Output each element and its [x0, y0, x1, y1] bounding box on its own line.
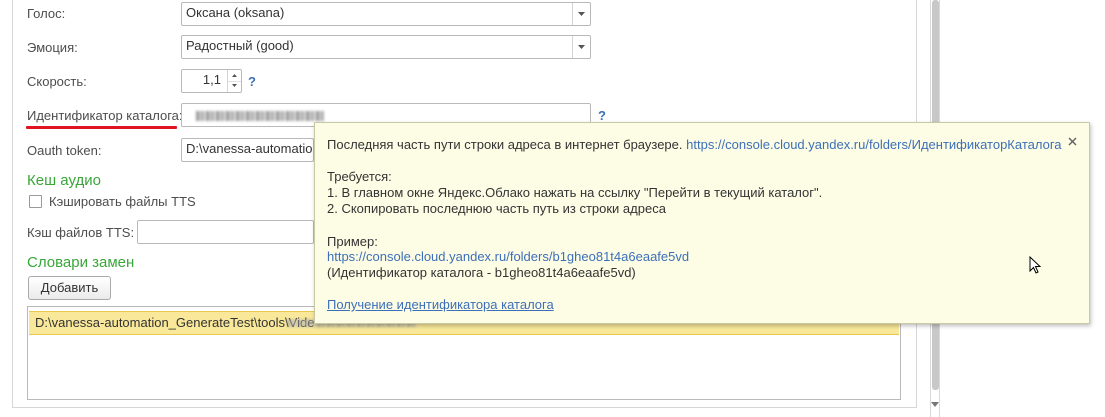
dictionaries-section-title: Словари замен	[27, 254, 135, 271]
chevron-down-icon	[578, 45, 585, 49]
tooltip-intro-text: Последняя часть пути строки адреса в инт…	[327, 137, 683, 152]
tooltip-step-1: 1. В главном окне Яндекс.Облако нажать н…	[327, 185, 823, 200]
voice-label: Голос:	[27, 6, 66, 21]
tooltip-intro-line: Последняя часть пути строки адреса в инт…	[327, 137, 1062, 153]
cache-tts-label: Кэшировать файлы TTS	[49, 194, 196, 209]
cache-tts-checkbox[interactable]	[29, 195, 42, 208]
catalog-id-red-underline	[26, 126, 177, 129]
speed-label: Скорость:	[27, 74, 87, 89]
tooltip-url-link[interactable]: https://console.cloud.yandex.ru/folders/…	[686, 137, 1061, 152]
spin-down-button[interactable]	[228, 81, 241, 92]
emotion-dropdown-button[interactable]	[572, 36, 590, 58]
panel-left-border	[12, 0, 13, 408]
voice-dropdown-button[interactable]	[572, 3, 590, 25]
tooltip-example-title: Пример:	[327, 234, 378, 249]
mouse-cursor-icon	[1029, 256, 1042, 274]
speed-value: 1,1	[202, 72, 221, 87]
add-button[interactable]: Добавить	[28, 276, 111, 300]
panel-bottom-border	[12, 407, 917, 408]
chevron-down-icon	[578, 12, 585, 16]
emotion-select[interactable]: Радостный (good)	[181, 35, 591, 59]
oauth-label: Oauth token:	[27, 143, 102, 158]
cache-files-label: Кэш файлов TTS:	[27, 225, 135, 240]
chevron-down-icon	[232, 84, 237, 87]
catalog-id-blurred-value	[196, 111, 324, 121]
speed-stepper[interactable]: 1,1	[181, 69, 242, 93]
tooltip-required-title: Требуется:	[327, 169, 392, 184]
tooltip-step-2: 2. Скопировать последнюю часть путь из с…	[327, 201, 666, 216]
oauth-input[interactable]: D:\vanessa-automation	[181, 138, 314, 162]
catalog-id-label: Идентификатор каталога:	[27, 108, 183, 123]
tooltip-help-link[interactable]: Получение идентификатора каталога	[327, 297, 554, 313]
speed-spin	[227, 70, 241, 92]
cache-files-input[interactable]	[137, 220, 314, 244]
close-icon[interactable]	[1067, 136, 1079, 148]
catalog-id-tooltip: Последняя часть пути строки адреса в инт…	[314, 122, 1090, 324]
voice-value: Оксана (oksana)	[186, 5, 285, 20]
catalog-id-help-icon[interactable]: ?	[598, 108, 606, 123]
audio-cache-section-title: Кеш аудио	[27, 172, 101, 189]
tooltip-example-url[interactable]: https://console.cloud.yandex.ru/folders/…	[327, 249, 689, 265]
emotion-label: Эмоция:	[27, 40, 78, 55]
speed-help-icon[interactable]: ?	[248, 74, 256, 89]
chevron-up-icon	[232, 74, 237, 77]
scroll-down-arrow-icon[interactable]	[931, 402, 939, 408]
tooltip-example-note: (Идентификатор каталога - b1gheo81t4a6ea…	[327, 265, 636, 280]
oauth-value: D:\vanessa-automation	[186, 141, 314, 156]
emotion-value: Радостный (good)	[186, 38, 294, 53]
voice-select[interactable]: Оксана (oksana)	[181, 2, 591, 26]
list-item-path: D:\vanessa-automation_GenerateTest\tools…	[35, 315, 315, 330]
